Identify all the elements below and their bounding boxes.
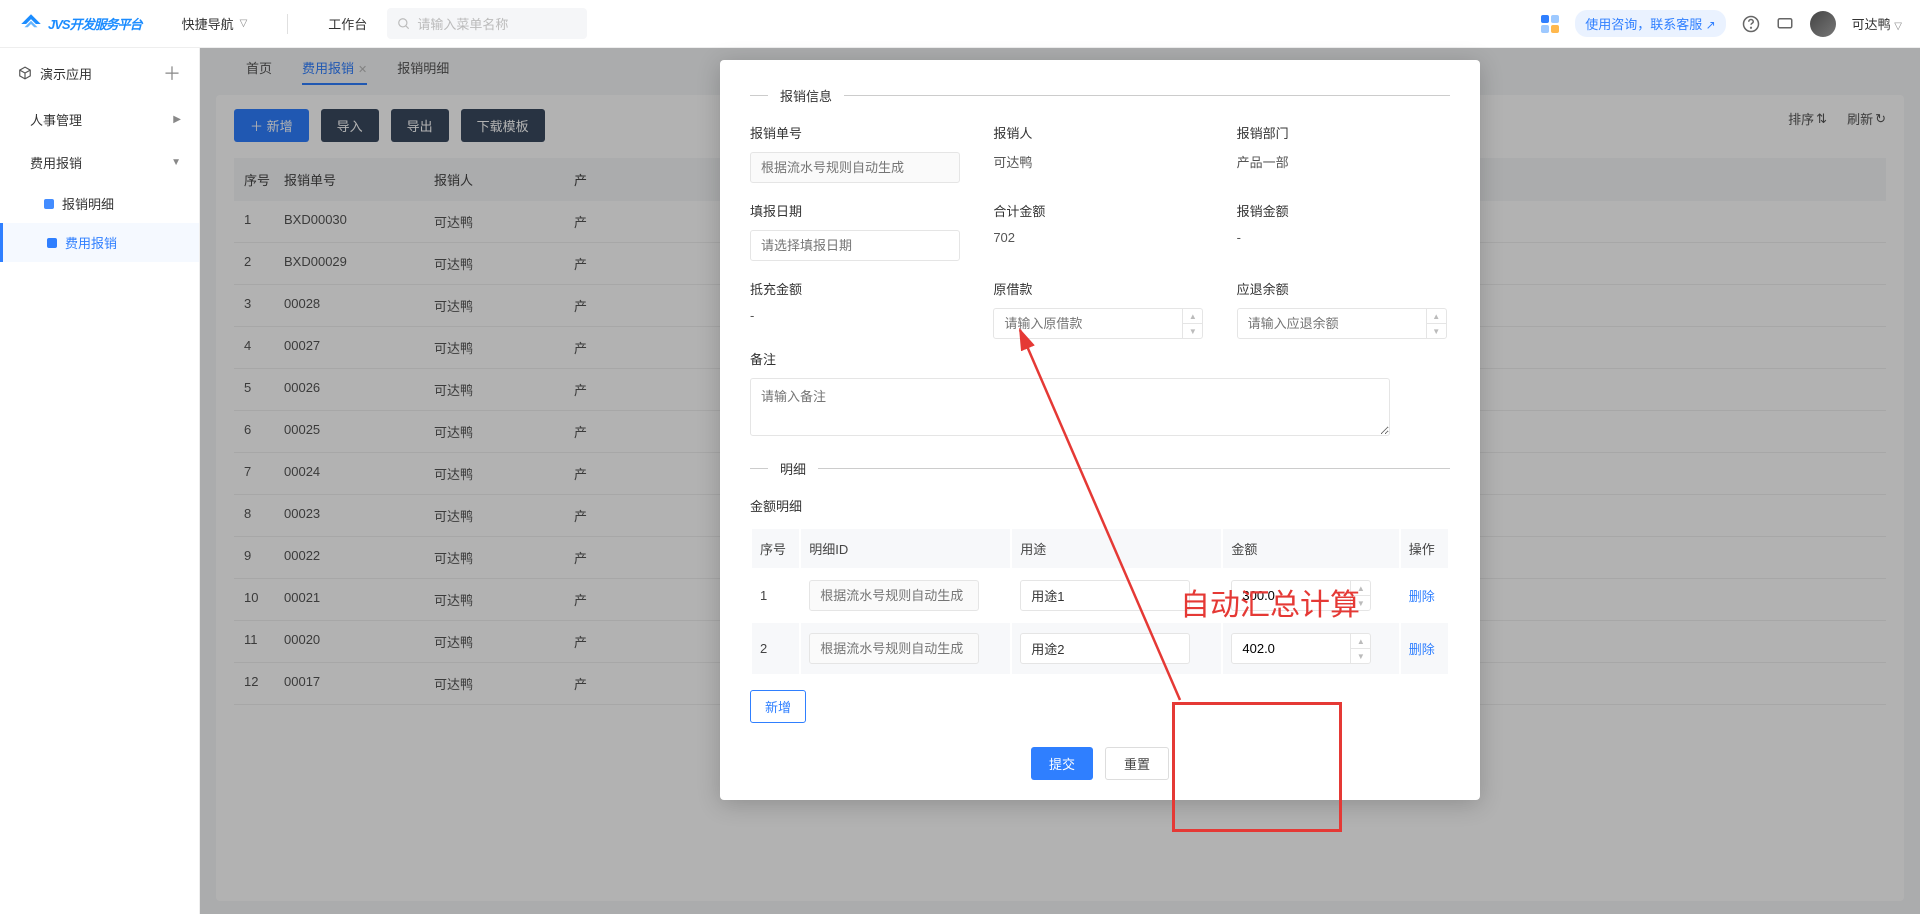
- mcell-seq: 1: [752, 570, 799, 621]
- stepper[interactable]: ▲▼: [1426, 309, 1446, 338]
- topnav: 快捷导航 ▽ 工作台: [182, 14, 368, 34]
- lbl-no: 报销单号: [750, 123, 963, 142]
- quick-nav[interactable]: 快捷导航 ▽: [182, 14, 248, 33]
- stepper[interactable]: ▲▼: [1182, 309, 1202, 338]
- lbl-refund: 应退余额: [1237, 279, 1450, 298]
- side-exp2[interactable]: 费用报销: [0, 223, 199, 262]
- mth-amt: 金额: [1223, 529, 1398, 568]
- global-search[interactable]: 请输入菜单名称: [387, 8, 587, 39]
- help-icon[interactable]: [1742, 15, 1760, 33]
- reset-button[interactable]: 重置: [1105, 747, 1169, 780]
- workbench-link[interactable]: 工作台: [328, 14, 367, 33]
- edit-modal: 报销信息 报销单号 报销人 可达鸭 报销部门 产品一部 填报日期 合计金额 70…: [720, 60, 1480, 800]
- lbl-amt-detail: 金额明细: [750, 496, 1450, 515]
- mcell-id-input[interactable]: [809, 633, 979, 664]
- mth-seq: 序号: [752, 529, 799, 568]
- detail-row: 1 ▲▼ 删除: [752, 570, 1448, 621]
- stepper[interactable]: ▲▼: [1350, 581, 1370, 610]
- cube-icon: [18, 66, 32, 80]
- lbl-loan: 原借款: [993, 279, 1206, 298]
- stepper[interactable]: ▲▼: [1350, 634, 1370, 663]
- mcell-use-input[interactable]: [1020, 580, 1190, 611]
- val-total: 702: [993, 230, 1206, 245]
- avatar[interactable]: [1810, 11, 1836, 37]
- username[interactable]: 可达鸭 ▽: [1852, 14, 1902, 33]
- support-tag[interactable]: 使用咨询，联系客服 ↗: [1575, 10, 1725, 37]
- lbl-remark: 备注: [750, 349, 1450, 368]
- submit-button[interactable]: 提交: [1031, 747, 1093, 780]
- val-dept: 产品一部: [1237, 152, 1450, 171]
- lbl-total: 合计金额: [993, 201, 1206, 220]
- sidebar: 演示应用 ＋ 人事管理▶ 费用报销▼ 报销明细 费用报销: [0, 48, 200, 914]
- modal-footer: 提交 重置: [750, 747, 1450, 780]
- side-expense[interactable]: 费用报销▼: [0, 141, 199, 184]
- side-detail[interactable]: 报销明细: [0, 184, 199, 223]
- lbl-dept: 报销部门: [1237, 123, 1450, 142]
- lbl-date: 填报日期: [750, 201, 963, 220]
- logo: JVS开发服务平台: [18, 11, 142, 37]
- lbl-person: 报销人: [993, 123, 1206, 142]
- logo-icon: [18, 11, 44, 37]
- side-app[interactable]: 演示应用 ＋: [0, 48, 199, 98]
- val-person: 可达鸭: [993, 152, 1206, 171]
- section-title-info: 报销信息: [750, 86, 1450, 105]
- mth-id: 明细ID: [801, 529, 1010, 568]
- input-remark[interactable]: [750, 378, 1390, 436]
- input-no[interactable]: [750, 152, 960, 183]
- square-icon: [44, 199, 54, 209]
- logo-text: JVS开发服务平台: [48, 14, 142, 33]
- input-refund[interactable]: [1237, 308, 1447, 339]
- chat-icon[interactable]: [1776, 15, 1794, 33]
- detail-table: 序号 明细ID 用途 金额 操作 1 ▲▼ 删除 2 ▲▼ 删除: [750, 527, 1450, 676]
- square-icon: [47, 238, 57, 248]
- app-grid-icon[interactable]: [1541, 15, 1559, 33]
- section-title-detail: 明细: [750, 459, 1450, 478]
- lbl-offset: 抵充金额: [750, 279, 963, 298]
- mcell-id-input[interactable]: [809, 580, 979, 611]
- lbl-amount: 报销金额: [1237, 201, 1450, 220]
- add-row-button[interactable]: 新增: [750, 690, 806, 723]
- val-amount: -: [1237, 230, 1450, 245]
- search-placeholder: 请输入菜单名称: [417, 14, 508, 33]
- detail-row: 2 ▲▼ 删除: [752, 623, 1448, 674]
- side-hr[interactable]: 人事管理▶: [0, 98, 199, 141]
- mcell-use-input[interactable]: [1020, 633, 1190, 664]
- search-icon: [397, 17, 411, 31]
- mcell-del[interactable]: 删除: [1409, 642, 1435, 657]
- val-offset: -: [750, 308, 963, 323]
- mcell-seq: 2: [752, 623, 799, 674]
- mth-use: 用途: [1012, 529, 1221, 568]
- topbar-right: 使用咨询，联系客服 ↗ 可达鸭 ▽: [1541, 10, 1902, 37]
- divider: [287, 14, 288, 34]
- input-date[interactable]: [750, 230, 960, 261]
- input-loan[interactable]: [993, 308, 1203, 339]
- mcell-del[interactable]: 删除: [1409, 589, 1435, 604]
- form-grid: 报销单号 报销人 可达鸭 报销部门 产品一部 填报日期 合计金额 702 报销金…: [750, 123, 1450, 339]
- topbar: JVS开发服务平台 快捷导航 ▽ 工作台 请输入菜单名称 使用咨询，联系客服 ↗…: [0, 0, 1920, 48]
- mth-ops: 操作: [1401, 529, 1448, 568]
